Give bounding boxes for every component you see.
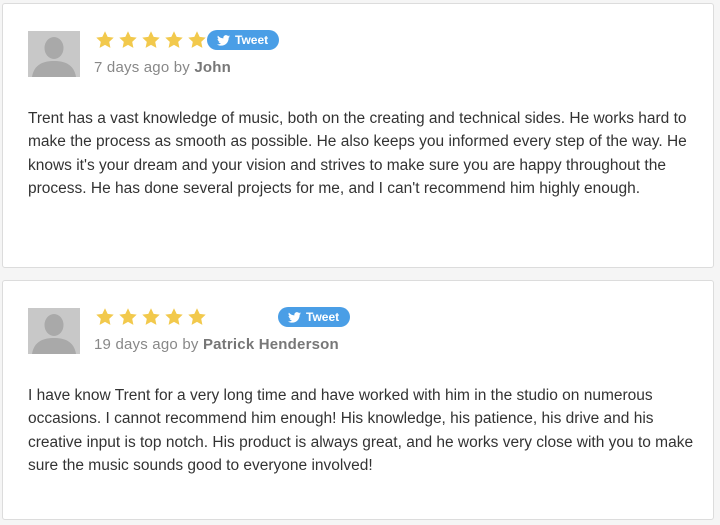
star-rating xyxy=(94,306,208,328)
star-icon xyxy=(165,308,183,325)
tweet-label: Tweet xyxy=(306,310,340,324)
star-icon xyxy=(119,31,137,48)
review-text: Trent has a vast knowledge of music, bot… xyxy=(28,110,687,197)
tweet-button[interactable]: Tweet xyxy=(207,30,280,50)
star-icon xyxy=(188,31,206,48)
review-card: Tweet 19 days ago by Patrick Henderson I… xyxy=(2,280,714,520)
star-icon xyxy=(142,31,160,48)
review-by: by xyxy=(182,336,199,353)
star-icon xyxy=(119,308,137,325)
review-date: 7 days ago xyxy=(94,59,170,76)
review-meta: 19 days ago by Patrick Henderson xyxy=(94,336,339,353)
review-date: 19 days ago xyxy=(94,336,178,353)
star-icon xyxy=(96,31,114,48)
tweet-button[interactable]: Tweet xyxy=(278,307,351,327)
review-text: I have know Trent for a very long time a… xyxy=(28,387,694,474)
twitter-bird-icon xyxy=(288,311,301,323)
tweet-label: Tweet xyxy=(235,33,269,47)
avatar-icon xyxy=(28,308,80,354)
review-by: by xyxy=(173,59,191,76)
review-author: John xyxy=(194,59,232,76)
review-card: Tweet 7 days ago by John Trent has a vas… xyxy=(2,3,714,268)
star-icon xyxy=(142,308,160,325)
star-icon xyxy=(188,308,206,325)
star-rating xyxy=(94,29,208,51)
review-author: Patrick Henderson xyxy=(202,336,339,353)
twitter-bird-icon xyxy=(217,34,230,46)
star-icon xyxy=(165,31,183,48)
star-icon xyxy=(96,308,114,325)
review-meta: 7 days ago by John xyxy=(94,59,231,76)
avatar-icon xyxy=(28,31,80,77)
